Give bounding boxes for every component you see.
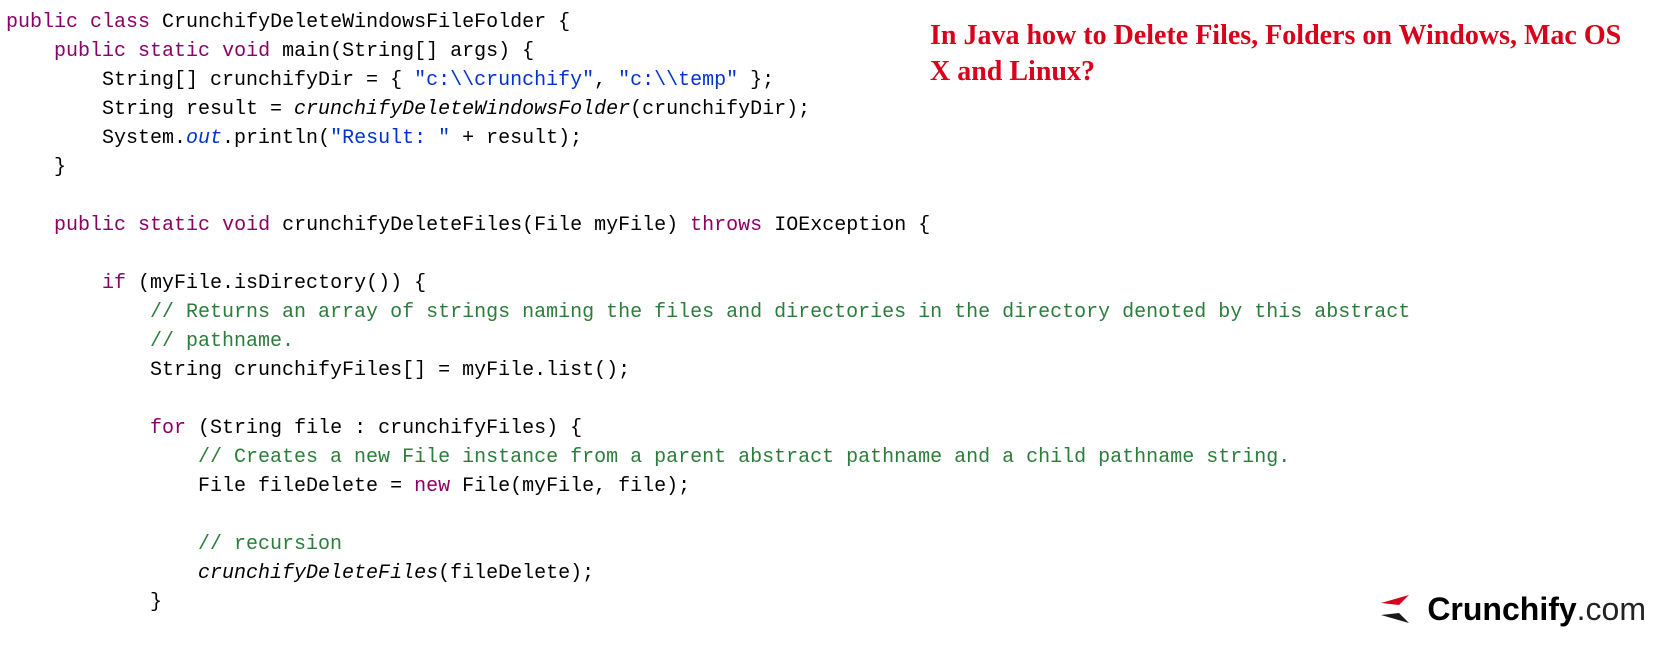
brand-name: Crunchify (1427, 586, 1576, 632)
string-literal: "c:\\temp" (618, 69, 738, 92)
keyword-void: void (222, 214, 270, 237)
comment-line: // pathname. (6, 330, 294, 353)
keyword-public: public (54, 214, 126, 237)
comment-line: // recursion (6, 533, 342, 556)
keyword-if: if (102, 272, 126, 295)
string-literal: "c:\\crunchify" (414, 69, 594, 92)
class-name: CrunchifyDeleteWindowsFileFolder { (150, 11, 570, 34)
keyword-static: static (138, 40, 210, 63)
method-main-sig: main(String[] args) { (270, 40, 534, 63)
brand-logo: Crunchify.com (1379, 586, 1646, 632)
crunchify-icon (1379, 593, 1419, 625)
keyword-public: public (54, 40, 126, 63)
brace-close: } (6, 156, 66, 179)
keyword-void: void (222, 40, 270, 63)
method-call: crunchifyDeleteWindowsFolder (294, 98, 630, 121)
code-block: public class CrunchifyDeleteWindowsFileF… (0, 0, 1666, 625)
keyword-class: class (90, 11, 150, 34)
brace-close: } (6, 591, 162, 614)
keyword-throws: throws (690, 214, 762, 237)
comment-line: // Creates a new File instance from a pa… (6, 446, 1290, 469)
keyword-static: static (138, 214, 210, 237)
keyword-for: for (150, 417, 186, 440)
keyword-new: new (414, 475, 450, 498)
string-literal: "Result: " (330, 127, 450, 150)
statement: String crunchifyFiles[] = myFile.list(); (6, 359, 630, 382)
keyword-public: public (6, 11, 78, 34)
method-call: crunchifyDeleteFiles (198, 562, 438, 585)
field-out: out (186, 127, 222, 150)
comment-line: // Returns an array of strings naming th… (6, 301, 1410, 324)
page-title: In Java how to Delete Files, Folders on … (930, 18, 1636, 91)
brand-domain: .com (1577, 586, 1646, 632)
method-delete-sig: crunchifyDeleteFiles(File myFile) (270, 214, 690, 237)
